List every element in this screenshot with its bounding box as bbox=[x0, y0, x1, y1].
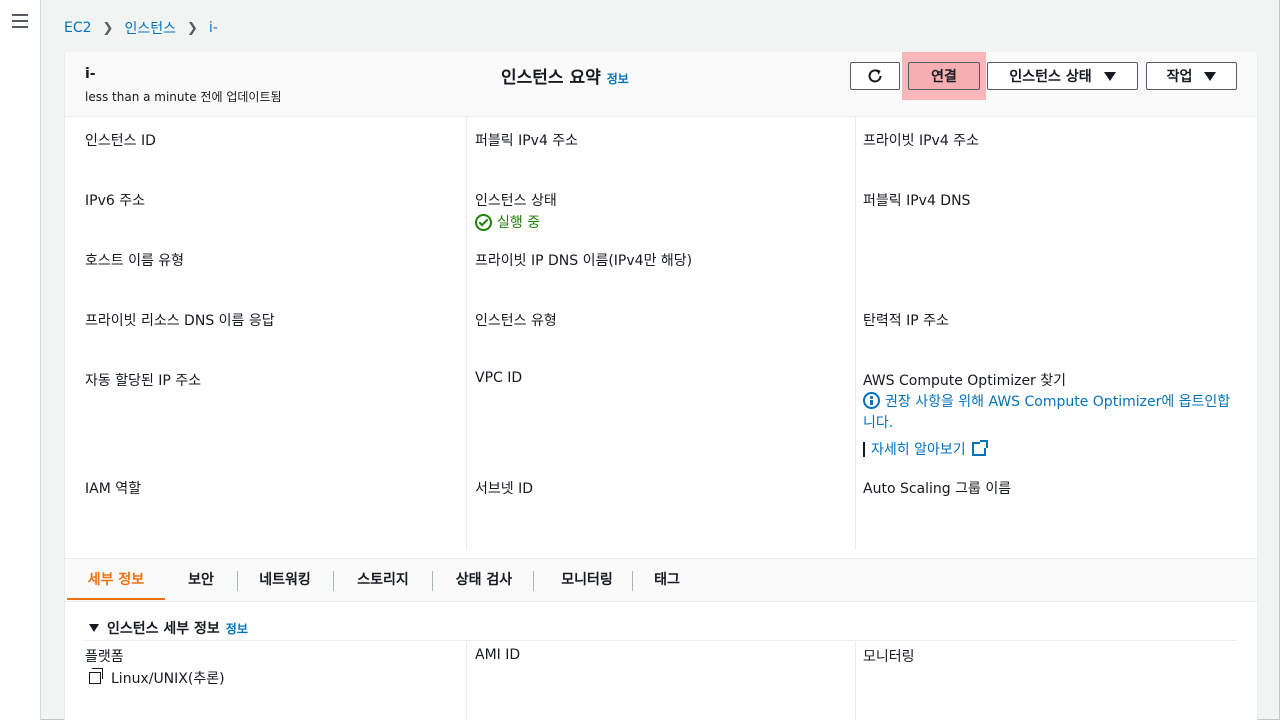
label-subnet-id: 서브넷 ID bbox=[475, 481, 533, 497]
column-divider bbox=[855, 116, 856, 550]
platform-value-text: Linux/UNIX(추론) bbox=[111, 671, 225, 687]
label-iam-role: IAM 역할 bbox=[85, 481, 141, 497]
instance-state-label: 인스턴스 상태 bbox=[1009, 69, 1092, 85]
platform-value: Linux/UNIX(추론) bbox=[89, 668, 225, 688]
tab-separator bbox=[237, 571, 238, 591]
breadcrumb-current[interactable]: i- bbox=[209, 20, 218, 36]
breadcrumb-ec2[interactable]: EC2 bbox=[64, 20, 92, 36]
optimizer-note-text: 권장 사항을 위해 AWS Compute Optimizer에 옵트인합니다. bbox=[863, 394, 1231, 431]
caret-down-icon bbox=[89, 624, 99, 632]
label-instance-state: 인스턴스 상태 bbox=[475, 193, 557, 209]
check-circle-icon bbox=[475, 213, 492, 231]
chevron-right-icon: ❯ bbox=[186, 20, 198, 36]
status-text: 실행 중 bbox=[497, 215, 541, 231]
breadcrumb: EC2 ❯ 인스턴스 ❯ i- bbox=[64, 17, 218, 39]
status-running: 실행 중 bbox=[475, 212, 540, 232]
refresh-button[interactable] bbox=[850, 62, 900, 90]
tab-separator bbox=[632, 571, 633, 591]
label-public-ipv4: 퍼블릭 IPv4 주소 bbox=[475, 133, 579, 149]
tab-separator bbox=[432, 571, 433, 591]
actions-label: 작업 bbox=[1166, 69, 1193, 85]
tab-networking[interactable]: 네트워킹 bbox=[245, 559, 325, 599]
side-nav-rail bbox=[0, 0, 41, 720]
label-monitoring: 모니터링 bbox=[863, 649, 915, 665]
label-elastic-ip: 탄력적 IP 주소 bbox=[863, 313, 949, 329]
learn-more-link[interactable]: 자세히 알아보기 bbox=[863, 439, 988, 459]
page-title-text: 인스턴스 요약 bbox=[501, 68, 601, 88]
divider-bar bbox=[863, 441, 865, 457]
tab-monitoring[interactable]: 모니터링 bbox=[543, 559, 631, 599]
info-icon bbox=[863, 392, 880, 409]
label-auto-ip: 자동 할당된 IP 주소 bbox=[85, 373, 202, 389]
connect-button[interactable]: 연결 bbox=[908, 62, 980, 90]
tab-tags[interactable]: 태그 bbox=[639, 559, 695, 599]
instance-id-heading: i- bbox=[85, 66, 96, 82]
refresh-icon bbox=[868, 69, 882, 83]
label-instance-id: 인스턴스 ID bbox=[85, 133, 156, 149]
label-platform: 플랫폼 bbox=[85, 649, 124, 665]
breadcrumb-instances[interactable]: 인스턴스 bbox=[124, 18, 176, 38]
label-hostname-type: 호스트 이름 유형 bbox=[85, 253, 185, 269]
tab-separator bbox=[533, 571, 534, 591]
actions-button[interactable]: 작업 bbox=[1146, 62, 1237, 90]
tab-separator bbox=[333, 571, 334, 591]
updated-text: less than a minute 전에 업데이트됨 bbox=[85, 90, 282, 104]
column-divider bbox=[466, 116, 467, 550]
optimizer-opt-in-link[interactable]: 권장 사항을 위해 AWS Compute Optimizer에 옵트인합니다. bbox=[863, 392, 1233, 434]
page-title: 인스턴스 요약 정보 bbox=[501, 63, 629, 88]
label-ami-id: AMI ID bbox=[475, 647, 521, 663]
info-link[interactable]: 정보 bbox=[226, 620, 248, 637]
instance-state-button[interactable]: 인스턴스 상태 bbox=[987, 62, 1138, 90]
tab-security[interactable]: 보안 bbox=[171, 559, 231, 599]
copy-icon[interactable] bbox=[89, 668, 103, 684]
section-title-text: 인스턴스 세부 정보 bbox=[107, 621, 220, 637]
external-link-icon bbox=[971, 440, 988, 456]
label-private-ipv4: 프라이빗 IPv4 주소 bbox=[863, 133, 979, 149]
label-public-dns: 퍼블릭 IPv4 DNS bbox=[863, 193, 971, 209]
chevron-right-icon: ❯ bbox=[102, 20, 114, 36]
column-divider bbox=[855, 642, 856, 720]
label-instance-type: 인스턴스 유형 bbox=[475, 313, 557, 329]
info-link[interactable]: 정보 bbox=[607, 72, 629, 86]
instance-details-section-toggle[interactable]: 인스턴스 세부 정보 정보 bbox=[89, 618, 248, 638]
tab-details[interactable]: 세부 정보 bbox=[67, 559, 165, 600]
tab-status-checks[interactable]: 상태 검사 bbox=[442, 559, 526, 599]
menu-icon[interactable] bbox=[12, 14, 28, 32]
section-divider bbox=[85, 640, 1237, 641]
instance-summary-panel: i- less than a minute 전에 업데이트됨 인스턴스 요약 정보… bbox=[64, 52, 1258, 720]
label-compute-optimizer: AWS Compute Optimizer 찾기 bbox=[863, 373, 1067, 389]
tab-bar: 세부 정보 보안 네트워킹 스토리지 상태 검사 모니터링 태그 bbox=[65, 558, 1257, 602]
label-asg-name: Auto Scaling 그룹 이름 bbox=[863, 481, 1012, 497]
label-vpc-id: VPC ID bbox=[475, 370, 523, 386]
tab-storage[interactable]: 스토리지 bbox=[343, 559, 423, 599]
label-private-ip-dns: 프라이빗 IP DNS 이름(IPv4만 해당) bbox=[475, 253, 693, 269]
panel-header: i- less than a minute 전에 업데이트됨 인스턴스 요약 정보… bbox=[65, 52, 1257, 117]
learn-more-text: 자세히 알아보기 bbox=[871, 442, 966, 458]
label-ipv6: IPv6 주소 bbox=[85, 193, 145, 209]
caret-down-icon bbox=[1103, 71, 1116, 81]
label-private-resource-dns: 프라이빗 리소스 DNS 이름 응답 bbox=[85, 313, 275, 329]
column-divider bbox=[466, 642, 467, 720]
caret-down-icon bbox=[1204, 71, 1217, 81]
